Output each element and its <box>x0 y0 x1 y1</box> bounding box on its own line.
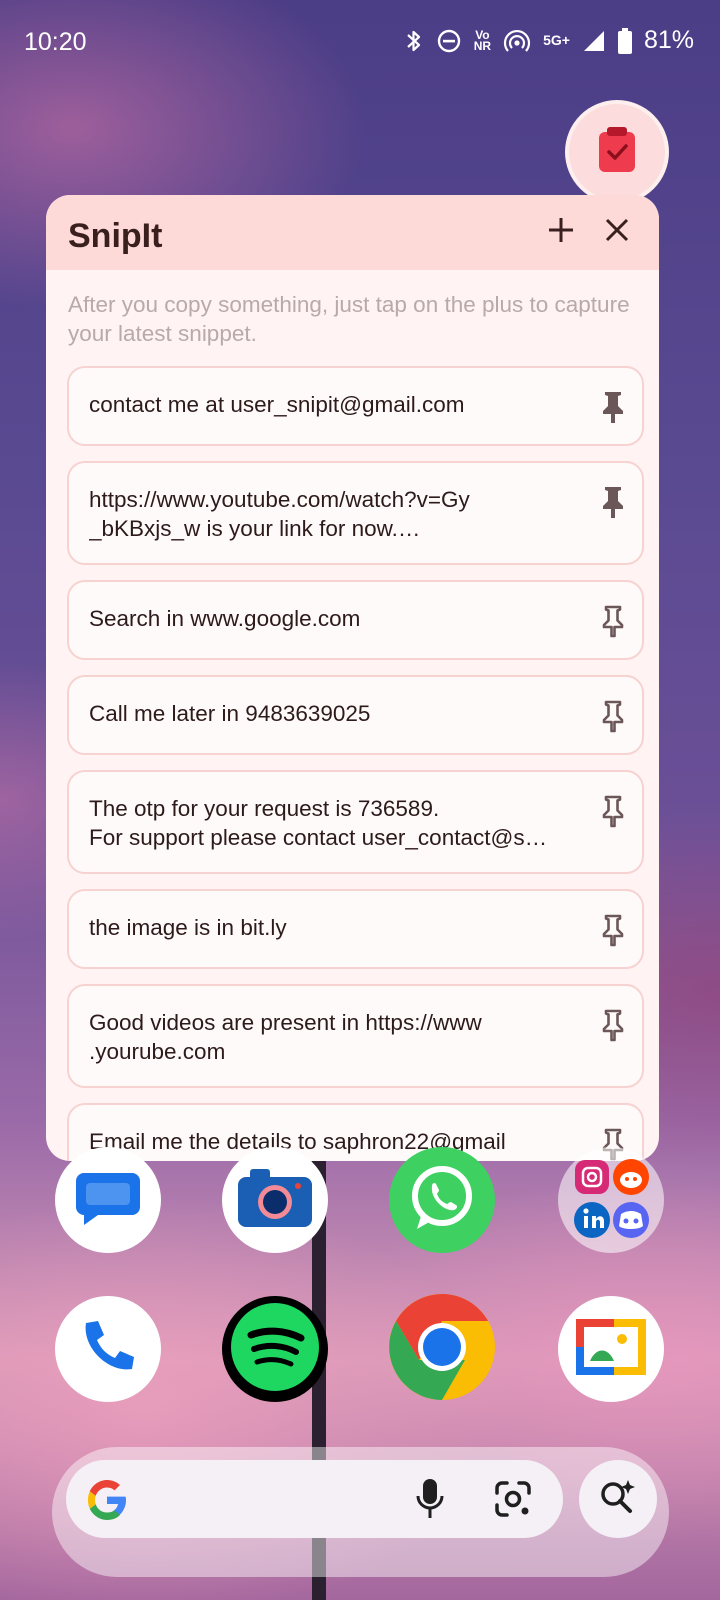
folder-icons <box>574 1159 649 1238</box>
status-bar: 10:20 Vo NR 5G+ 81% <box>0 0 720 88</box>
camera-icon <box>238 1168 312 1232</box>
pin-outline-icon[interactable] <box>598 604 628 638</box>
snipit-floating-bubble[interactable] <box>565 100 669 204</box>
messages-icon <box>76 1169 140 1232</box>
pin-outline-icon[interactable] <box>598 913 628 947</box>
status-icons: Vo NR 5G+ 81% <box>404 26 694 55</box>
snippet-item[interactable]: https://www.youtube.com/watch?v=Gy _bKBxj… <box>67 461 644 565</box>
snippet-text: the image is in bit.ly <box>89 913 586 942</box>
close-panel-button[interactable] <box>597 213 637 253</box>
lens-icon[interactable] <box>494 1480 532 1523</box>
snippet-line: Call me later in 9483639025 <box>89 701 371 726</box>
whatsapp-app[interactable] <box>389 1147 495 1253</box>
pin-outline-icon[interactable] <box>598 1008 628 1042</box>
pin-outline-icon[interactable] <box>598 699 628 733</box>
phone-icon <box>78 1317 138 1382</box>
snippet-line: _bKBxjs_w is your link for now.… <box>89 516 421 541</box>
panel-header: SnipIt <box>46 195 659 270</box>
snippet-text: Good videos are present in https://www .y… <box>89 1008 586 1066</box>
spotify-app[interactable] <box>222 1296 328 1402</box>
chrome-icon <box>389 1293 495 1405</box>
snippet-item[interactable]: Search in www.google.com <box>67 580 644 660</box>
plus-icon <box>547 216 575 249</box>
volte-bottom: NR <box>473 38 492 53</box>
close-icon <box>604 217 630 248</box>
camera-app[interactable] <box>222 1147 328 1253</box>
photos-icon <box>574 1317 648 1382</box>
bluetooth-icon <box>404 28 424 54</box>
ai-search-icon <box>598 1477 638 1522</box>
snippet-text: Call me later in 9483639025 <box>89 699 586 728</box>
battery-icon <box>617 27 632 54</box>
battery-percent: 81% <box>643 26 694 54</box>
spotify-icon <box>227 1299 323 1400</box>
messages-app[interactable] <box>55 1147 161 1253</box>
snippet-text: Search in www.google.com <box>89 604 586 633</box>
volte-icon: Vo NR <box>473 29 492 53</box>
snippet-line: The otp for your request is 736589. <box>89 796 440 821</box>
snippet-line: https://www.youtube.com/watch?v=Gy <box>89 487 470 512</box>
snippet-line: Search in www.google.com <box>89 606 361 631</box>
snippet-text: Email me the details to saphron22@gmail <box>89 1127 586 1156</box>
snippet-item[interactable]: the image is in bit.ly <box>67 889 644 969</box>
pin-filled-icon[interactable] <box>598 390 628 424</box>
chrome-app[interactable] <box>389 1293 495 1405</box>
signal-icon <box>582 29 606 53</box>
social-folder[interactable] <box>558 1147 664 1253</box>
ai-search-button[interactable] <box>579 1460 657 1538</box>
clipboard-check-icon <box>597 126 637 178</box>
mic-icon[interactable] <box>415 1478 445 1525</box>
google-search-bar[interactable] <box>66 1460 563 1538</box>
hint-text: After you copy something, just tap on th… <box>68 292 630 346</box>
dnd-icon <box>436 28 462 54</box>
snippet-item[interactable]: Good videos are present in https://www .y… <box>67 984 644 1088</box>
gallery-app[interactable] <box>558 1296 664 1402</box>
snippet-item[interactable]: Email me the details to saphron22@gmail <box>67 1103 644 1161</box>
hotspot-icon <box>503 28 531 54</box>
snippet-line: .yourube.com <box>89 1039 226 1064</box>
snippet-text: contact me at user_snipit@gmail.com <box>89 390 586 419</box>
google-icon <box>84 1477 130 1528</box>
phone-app[interactable] <box>55 1296 161 1402</box>
network-type: 5G+ <box>543 32 570 48</box>
snippet-list: contact me at user_snipit@gmail.comhttps… <box>46 366 659 1161</box>
snippet-item[interactable]: Call me later in 9483639025 <box>67 675 644 755</box>
snippet-line: the image is in bit.ly <box>89 915 287 940</box>
add-snippet-button[interactable] <box>541 213 581 253</box>
snippet-item[interactable]: contact me at user_snipit@gmail.com <box>67 366 644 446</box>
snippet-text: The otp for your request is 736589. For s… <box>89 794 586 852</box>
pin-filled-icon[interactable] <box>598 485 628 519</box>
panel-title: SnipIt <box>68 217 163 255</box>
pin-outline-icon[interactable] <box>598 794 628 828</box>
snippet-line: For support please contact user_contact@… <box>89 825 548 850</box>
snippet-item[interactable]: The otp for your request is 736589. For s… <box>67 770 644 874</box>
snippet-line: contact me at user_snipit@gmail.com <box>89 392 465 417</box>
snippet-line: Email me the details to saphron22@gmail <box>89 1129 506 1154</box>
snippet-text: https://www.youtube.com/watch?v=Gy _bKBxj… <box>89 485 586 543</box>
snippet-line: Good videos are present in https://www <box>89 1010 482 1035</box>
whatsapp-icon <box>405 1161 479 1240</box>
clock: 10:20 <box>24 28 87 56</box>
snipit-panel: SnipIt After you copy something, just ta… <box>46 195 659 1161</box>
